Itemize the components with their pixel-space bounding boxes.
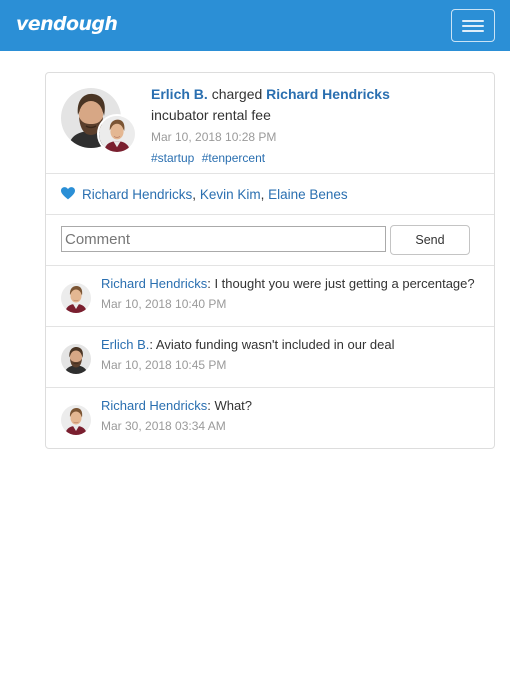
- target-avatar[interactable]: [97, 114, 137, 154]
- comment-item: Richard Hendricks: I thought you were ju…: [46, 266, 494, 326]
- comment-avatar[interactable]: [61, 283, 91, 313]
- actor-link[interactable]: Erlich B.: [151, 86, 208, 102]
- send-button[interactable]: Send: [390, 225, 470, 255]
- liker-link[interactable]: Kevin Kim: [200, 187, 261, 202]
- likes-row: Richard Hendricks, Kevin Kim, Elaine Ben…: [61, 186, 348, 204]
- action-text: charged: [211, 86, 263, 102]
- comment-author-link[interactable]: Erlich B.: [101, 337, 149, 352]
- comment-item: Richard Hendricks: What? Mar 30, 2018 03…: [46, 388, 494, 448]
- liker-separator: ,: [192, 187, 200, 202]
- liker-separator: ,: [260, 187, 269, 202]
- comment-avatar[interactable]: [61, 405, 91, 435]
- heart-icon[interactable]: [61, 187, 75, 200]
- menu-toggle-button[interactable]: [451, 9, 495, 42]
- comment-text: I thought you were just getting a percen…: [210, 276, 475, 291]
- comment-author-link[interactable]: Richard Hendricks: [101, 398, 207, 413]
- liker-link[interactable]: Richard Hendricks: [82, 187, 192, 202]
- top-navbar: vendough: [0, 0, 510, 51]
- comment-avatar[interactable]: [61, 344, 91, 374]
- transaction-card: Erlich B. charged Richard Hendricks incu…: [45, 72, 495, 449]
- comment-text: Aviato funding wasn't included in our de…: [153, 337, 395, 352]
- comment-item: Erlich B.: Aviato funding wasn't include…: [46, 327, 494, 387]
- comment-date: Mar 10, 2018 10:45 PM: [101, 358, 227, 372]
- divider: [46, 214, 494, 215]
- comment-input[interactable]: [61, 226, 386, 252]
- transaction-date: Mar 10, 2018 10:28 PM: [151, 130, 277, 144]
- liker-link[interactable]: Elaine Benes: [268, 187, 348, 202]
- transaction-description: incubator rental fee: [151, 107, 271, 123]
- brand-logo[interactable]: vendough: [16, 13, 118, 35]
- comment-date: Mar 30, 2018 03:34 AM: [101, 419, 226, 433]
- tag-link[interactable]: #startup: [151, 151, 194, 165]
- comment-date: Mar 10, 2018 10:40 PM: [101, 297, 227, 311]
- tag-link[interactable]: #tenpercent: [202, 151, 265, 165]
- divider: [46, 173, 494, 174]
- target-link[interactable]: Richard Hendricks: [266, 86, 390, 102]
- comment-text: What?: [210, 398, 253, 413]
- comment-author-link[interactable]: Richard Hendricks: [101, 276, 207, 291]
- tag-list: #startup #tenpercent: [151, 150, 481, 166]
- transaction-summary: Erlich B. charged Richard Hendricks incu…: [151, 85, 481, 166]
